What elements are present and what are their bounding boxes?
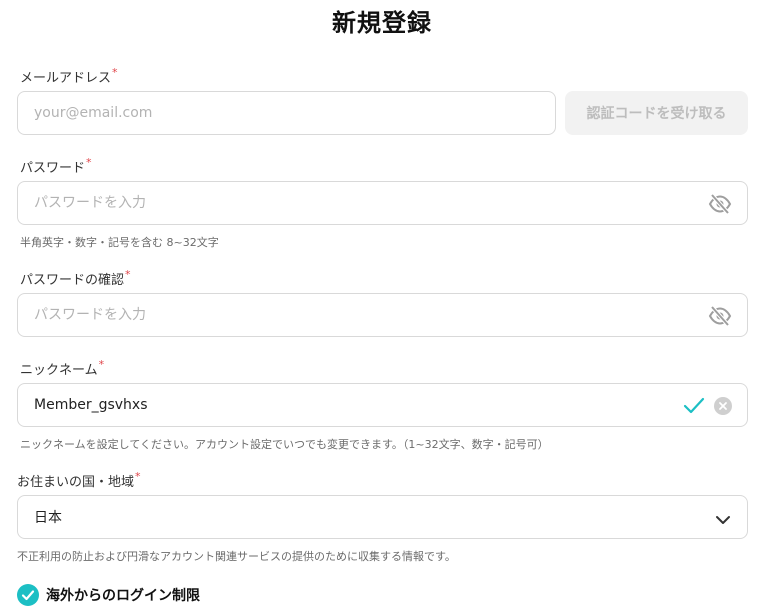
password-confirm-label-row: パスワードの確認* [20, 268, 131, 288]
password-label-row: パスワード* [20, 156, 92, 176]
required-mark: * [125, 268, 131, 281]
email-label: メールアドレス [20, 71, 112, 86]
email-input[interactable] [34, 92, 534, 134]
password-hint: 半角英字・数字・記号を含む 8~32文字 [20, 236, 219, 249]
nickname-hint: ニックネームを設定してください。アカウント設定でいつでも変更できます。（1~32… [20, 438, 549, 451]
nickname-label-row: ニックネーム* [20, 358, 105, 378]
page-title: 新規登録 [332, 9, 432, 37]
eye-off-icon[interactable] [708, 305, 732, 327]
required-mark: * [98, 358, 105, 371]
password-field[interactable] [17, 181, 748, 225]
email-field[interactable] [17, 91, 556, 135]
check-icon [683, 396, 705, 416]
country-hint: 不正利用の防止および円滑なアカウント関連サービスの提供のために収集する情報です。 [17, 550, 456, 563]
password-input[interactable] [34, 182, 674, 224]
overseas-login-checkbox[interactable] [17, 584, 39, 606]
password-label: パスワード [20, 161, 86, 176]
clear-icon[interactable] [714, 397, 732, 415]
overseas-login-label[interactable]: 海外からのログイン制限 [46, 585, 200, 605]
check-icon [21, 590, 35, 601]
password-confirm-field[interactable] [17, 293, 748, 337]
nickname-input[interactable] [34, 384, 634, 426]
country-label-row: お住まいの国・地域* [17, 470, 141, 490]
chevron-down-icon [715, 511, 731, 524]
password-confirm-input[interactable] [34, 294, 674, 336]
country-select[interactable]: 日本 [17, 495, 748, 539]
get-verification-code-button[interactable]: 認証コードを受け取る [565, 91, 748, 135]
eye-off-icon[interactable] [708, 193, 732, 215]
required-mark: * [112, 66, 118, 79]
email-label-row: メールアドレス* [20, 66, 118, 86]
required-mark: * [86, 156, 92, 169]
required-mark: * [135, 470, 141, 483]
country-selected-value: 日本 [34, 510, 62, 526]
password-confirm-label: パスワードの確認 [20, 273, 125, 288]
country-label: お住まいの国・地域 [17, 475, 135, 490]
nickname-label: ニックネーム [20, 363, 98, 378]
nickname-field[interactable] [17, 383, 748, 427]
